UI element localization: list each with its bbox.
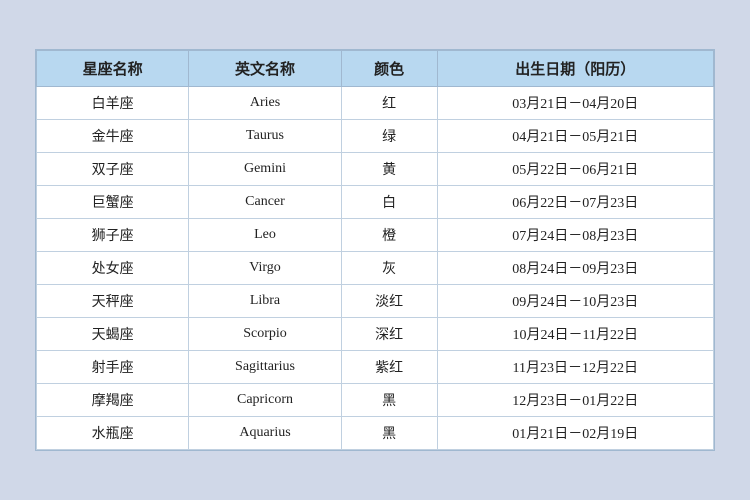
cell-row2-col2: 黄 — [341, 153, 437, 186]
table-body: 白羊座Aries红03月21日－04月20日金牛座Taurus绿04月21日－0… — [37, 87, 714, 450]
cell-row4-col3: 07月24日－08月23日 — [437, 219, 713, 252]
header-col-0: 星座名称 — [37, 51, 189, 87]
table-row: 白羊座Aries红03月21日－04月20日 — [37, 87, 714, 120]
cell-row0-col2: 红 — [341, 87, 437, 120]
header-col-3: 出生日期（阳历） — [437, 51, 713, 87]
cell-row1-col3: 04月21日－05月21日 — [437, 120, 713, 153]
table-header-row: 星座名称英文名称颜色出生日期（阳历） — [37, 51, 714, 87]
cell-row2-col3: 05月22日－06月21日 — [437, 153, 713, 186]
table-row: 双子座Gemini黄05月22日－06月21日 — [37, 153, 714, 186]
table-row: 处女座Virgo灰08月24日－09月23日 — [37, 252, 714, 285]
cell-row3-col0: 巨蟹座 — [37, 186, 189, 219]
zodiac-table-container: 星座名称英文名称颜色出生日期（阳历） 白羊座Aries红03月21日－04月20… — [35, 49, 715, 451]
cell-row7-col0: 天蝎座 — [37, 318, 189, 351]
cell-row4-col0: 狮子座 — [37, 219, 189, 252]
cell-row3-col2: 白 — [341, 186, 437, 219]
cell-row6-col3: 09月24日－10月23日 — [437, 285, 713, 318]
cell-row10-col2: 黑 — [341, 417, 437, 450]
table-row: 狮子座Leo橙07月24日－08月23日 — [37, 219, 714, 252]
table-row: 天蝎座Scorpio深红10月24日－11月22日 — [37, 318, 714, 351]
cell-row10-col3: 01月21日－02月19日 — [437, 417, 713, 450]
cell-row8-col1: Sagittarius — [189, 351, 341, 384]
cell-row10-col0: 水瓶座 — [37, 417, 189, 450]
cell-row0-col1: Aries — [189, 87, 341, 120]
cell-row0-col0: 白羊座 — [37, 87, 189, 120]
table-row: 天秤座Libra淡红09月24日－10月23日 — [37, 285, 714, 318]
cell-row5-col1: Virgo — [189, 252, 341, 285]
cell-row8-col2: 紫红 — [341, 351, 437, 384]
cell-row10-col1: Aquarius — [189, 417, 341, 450]
cell-row5-col2: 灰 — [341, 252, 437, 285]
cell-row2-col1: Gemini — [189, 153, 341, 186]
header-col-1: 英文名称 — [189, 51, 341, 87]
cell-row7-col3: 10月24日－11月22日 — [437, 318, 713, 351]
table-row: 巨蟹座Cancer白06月22日－07月23日 — [37, 186, 714, 219]
cell-row0-col3: 03月21日－04月20日 — [437, 87, 713, 120]
cell-row6-col1: Libra — [189, 285, 341, 318]
cell-row3-col1: Cancer — [189, 186, 341, 219]
zodiac-table: 星座名称英文名称颜色出生日期（阳历） 白羊座Aries红03月21日－04月20… — [36, 50, 714, 450]
table-row: 射手座Sagittarius紫红11月23日－12月22日 — [37, 351, 714, 384]
cell-row9-col2: 黑 — [341, 384, 437, 417]
cell-row4-col1: Leo — [189, 219, 341, 252]
cell-row8-col3: 11月23日－12月22日 — [437, 351, 713, 384]
cell-row7-col1: Scorpio — [189, 318, 341, 351]
table-row: 摩羯座Capricorn黑12月23日－01月22日 — [37, 384, 714, 417]
cell-row8-col0: 射手座 — [37, 351, 189, 384]
cell-row3-col3: 06月22日－07月23日 — [437, 186, 713, 219]
cell-row6-col2: 淡红 — [341, 285, 437, 318]
cell-row9-col1: Capricorn — [189, 384, 341, 417]
table-row: 水瓶座Aquarius黑01月21日－02月19日 — [37, 417, 714, 450]
cell-row2-col0: 双子座 — [37, 153, 189, 186]
cell-row7-col2: 深红 — [341, 318, 437, 351]
header-col-2: 颜色 — [341, 51, 437, 87]
cell-row4-col2: 橙 — [341, 219, 437, 252]
cell-row1-col0: 金牛座 — [37, 120, 189, 153]
cell-row5-col3: 08月24日－09月23日 — [437, 252, 713, 285]
cell-row6-col0: 天秤座 — [37, 285, 189, 318]
cell-row9-col3: 12月23日－01月22日 — [437, 384, 713, 417]
cell-row5-col0: 处女座 — [37, 252, 189, 285]
cell-row1-col1: Taurus — [189, 120, 341, 153]
cell-row1-col2: 绿 — [341, 120, 437, 153]
cell-row9-col0: 摩羯座 — [37, 384, 189, 417]
table-row: 金牛座Taurus绿04月21日－05月21日 — [37, 120, 714, 153]
